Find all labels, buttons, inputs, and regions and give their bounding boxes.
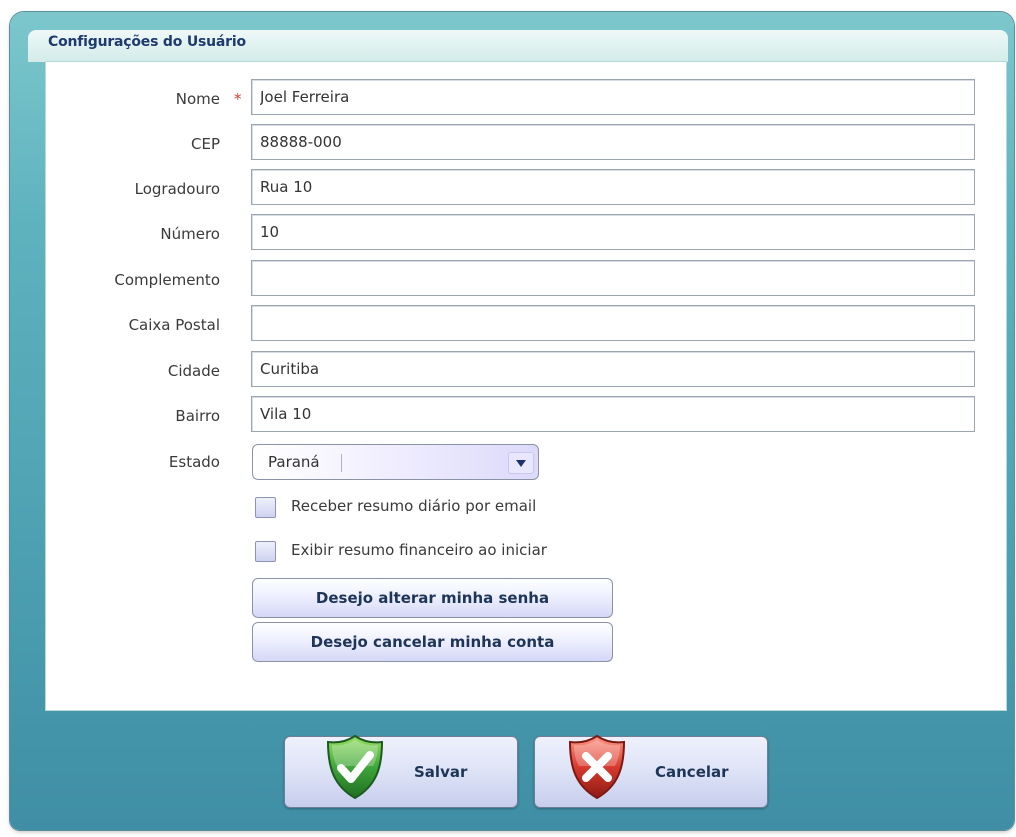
cidade-label: Cidade — [167, 362, 220, 380]
green-shield-check-icon — [326, 734, 384, 800]
cancel-account-button[interactable]: Desejo cancelar minha conta — [252, 622, 613, 662]
dropdown-arrow-icon[interactable] — [508, 452, 534, 474]
caixa-postal-input[interactable] — [251, 305, 975, 341]
resumo-financeiro-label: Exibir resumo financeiro ao iniciar — [291, 541, 547, 559]
resumo-diario-checkbox[interactable] — [255, 497, 276, 518]
nome-label: Nome — [175, 90, 220, 108]
resumo-financeiro-checkbox[interactable] — [255, 541, 276, 562]
cep-label: CEP — [191, 135, 220, 153]
caixa-postal-label: Caixa Postal — [128, 316, 220, 334]
estado-selected-value: Paraná — [268, 453, 320, 471]
complemento-input[interactable] — [251, 260, 975, 296]
cancel-label: Cancelar — [655, 763, 729, 781]
dialog-title: Configurações do Usuário — [48, 34, 246, 50]
change-password-button[interactable]: Desejo alterar minha senha — [252, 578, 613, 618]
numero-label: Número — [160, 225, 220, 243]
logradouro-label: Logradouro — [134, 180, 220, 198]
cep-input[interactable] — [251, 124, 975, 160]
bairro-label: Bairro — [175, 407, 220, 425]
save-label: Salvar — [414, 763, 468, 781]
resumo-diario-label: Receber resumo diário por email — [291, 497, 537, 515]
save-button[interactable] — [284, 736, 518, 808]
complemento-label: Complemento — [114, 271, 220, 289]
estado-label: Estado — [168, 453, 220, 471]
numero-input[interactable] — [251, 214, 975, 250]
cidade-input[interactable] — [251, 351, 975, 387]
bairro-input[interactable] — [251, 396, 975, 432]
nome-input[interactable] — [251, 79, 975, 115]
red-shield-x-icon — [568, 734, 626, 800]
logradouro-input[interactable] — [251, 169, 975, 205]
required-mark: * — [234, 90, 242, 108]
select-divider — [341, 454, 342, 472]
